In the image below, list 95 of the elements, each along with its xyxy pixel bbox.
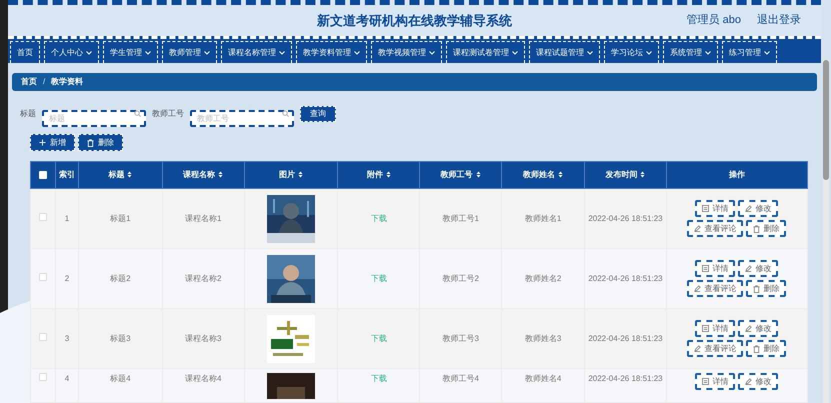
table-cell: 课程名称3 <box>184 334 222 342</box>
pencil-icon <box>745 378 752 385</box>
row-checkbox[interactable] <box>38 212 47 220</box>
table-cell: 3 <box>64 334 70 342</box>
user-name: 管理员 abo <box>686 13 741 28</box>
trash-icon <box>753 344 760 352</box>
view-comments-button[interactable]: 查看评论 <box>687 220 744 237</box>
field-label: 教师工号 <box>152 108 184 120</box>
nav-tab[interactable]: 教学视频管理 <box>371 41 442 63</box>
nav-tab[interactable]: 学习论坛 <box>604 41 659 63</box>
delete-button[interactable]: 删除 <box>78 134 123 151</box>
trash-icon <box>753 284 760 292</box>
edit-button[interactable]: 修改 <box>738 373 778 390</box>
table-cell: 标题2 <box>110 274 131 282</box>
column-header[interactable]: 发布时间 <box>605 170 638 179</box>
nav-tab[interactable]: 课程测试卷管理 <box>446 41 525 63</box>
pencil-icon <box>745 205 752 212</box>
table-cell: 课程名称4 <box>184 374 222 383</box>
row-checkbox[interactable] <box>38 272 47 280</box>
nav-tab[interactable]: 个人中心 <box>44 41 99 63</box>
pencil-icon <box>745 265 752 272</box>
table-cell: 教师姓名3 <box>524 334 562 342</box>
table-cell: 2 <box>64 274 70 282</box>
view-comments-button[interactable]: 查看评论 <box>687 340 744 357</box>
row-checkbox[interactable] <box>38 373 47 381</box>
plus-icon <box>39 139 46 146</box>
nav-tab[interactable]: 课程名称管理 <box>221 41 292 63</box>
table-cell: 教师姓名2 <box>524 274 562 282</box>
nav-tab[interactable]: 练习管理 <box>722 41 777 63</box>
delete-button[interactable]: 删除 <box>746 220 786 237</box>
pencil-icon <box>745 325 752 332</box>
search-field[interactable]: 教师工号 <box>190 110 294 127</box>
select-all-checkbox[interactable] <box>38 170 47 179</box>
detail-button[interactable]: 详情 <box>695 260 736 277</box>
search-field[interactable]: 标题 <box>42 110 146 127</box>
column-header[interactable]: 教师姓名 <box>523 170 556 179</box>
table-cell: 教师姓名1 <box>524 214 562 222</box>
add-button[interactable]: 新增 <box>30 134 75 151</box>
column-header: 操作 <box>728 170 745 179</box>
nav-tab[interactable]: 课程试题管理 <box>529 41 600 63</box>
column-header[interactable]: 教师工号 <box>440 170 473 179</box>
breadcrumb-item: 教学资料 <box>51 76 84 88</box>
delete-button[interactable]: 删除 <box>746 340 786 357</box>
edit-button[interactable]: 修改 <box>738 200 778 217</box>
column-header[interactable]: 课程名称 <box>183 170 216 179</box>
table-cell: 标题1 <box>110 214 131 222</box>
column-header: 索引 <box>58 170 75 179</box>
nav-tab[interactable]: 教师管理 <box>162 41 217 63</box>
nav-tab[interactable]: 教学资料管理 <box>296 41 367 63</box>
breadcrumb-separator: / <box>43 76 46 88</box>
edit-button[interactable]: 修改 <box>738 320 778 337</box>
nav-tab[interactable]: 学生管理 <box>103 41 158 63</box>
column-header[interactable]: 图片 <box>279 170 296 179</box>
search-button[interactable]: 查询 <box>300 106 336 122</box>
pencil-icon <box>694 285 702 292</box>
column-header[interactable]: 附件 <box>366 170 383 179</box>
document-icon <box>702 378 710 385</box>
detail-button[interactable]: 详情 <box>695 373 736 390</box>
document-icon <box>702 205 710 212</box>
detail-button[interactable]: 详情 <box>695 320 736 337</box>
trash-icon <box>87 138 94 146</box>
edit-button[interactable]: 修改 <box>738 260 778 277</box>
trash-icon <box>753 224 760 232</box>
app-title: 新文道考研机构在线教学辅导系统 <box>317 12 512 30</box>
table-cell: 标题4 <box>110 374 131 383</box>
pencil-icon <box>694 225 702 232</box>
search-icon <box>134 110 141 117</box>
table-cell: 教师工号2 <box>442 274 479 282</box>
row-checkbox[interactable] <box>38 332 47 340</box>
breadcrumb-item[interactable]: 首页 <box>21 76 37 88</box>
table-cell: 4 <box>64 374 70 383</box>
nav-tab[interactable]: 首页 <box>10 41 40 63</box>
table-cell: 教师工号3 <box>442 334 479 342</box>
table-cell: 1 <box>64 214 70 222</box>
table-cell: 教师工号4 <box>442 374 479 383</box>
logout-link[interactable]: 退出登录 <box>757 12 801 29</box>
search-icon <box>282 110 289 117</box>
table-cell: 教师姓名4 <box>524 374 562 383</box>
table-cell: 2022-04-26 18:51:23 <box>588 214 663 222</box>
table-cell: 2022-04-26 18:51:23 <box>588 274 663 282</box>
table-cell: 2022-04-26 18:51:23 <box>588 374 663 383</box>
view-comments-button[interactable]: 查看评论 <box>687 280 744 297</box>
column-header[interactable]: 标题 <box>108 170 124 179</box>
table-cell: 标题3 <box>110 334 131 342</box>
delete-button[interactable]: 删除 <box>746 280 786 297</box>
field-label: 标题 <box>20 108 36 120</box>
document-icon <box>702 265 710 272</box>
pencil-icon <box>694 345 702 352</box>
table-cell: 课程名称1 <box>184 214 222 222</box>
detail-button[interactable]: 详情 <box>695 200 736 217</box>
table-cell: 教师工号1 <box>442 214 479 222</box>
table-cell: 课程名称2 <box>184 274 222 282</box>
table-cell: 2022-04-26 18:51:23 <box>588 334 663 342</box>
document-icon <box>702 325 710 332</box>
nav-tab[interactable]: 系统管理 <box>663 41 718 63</box>
